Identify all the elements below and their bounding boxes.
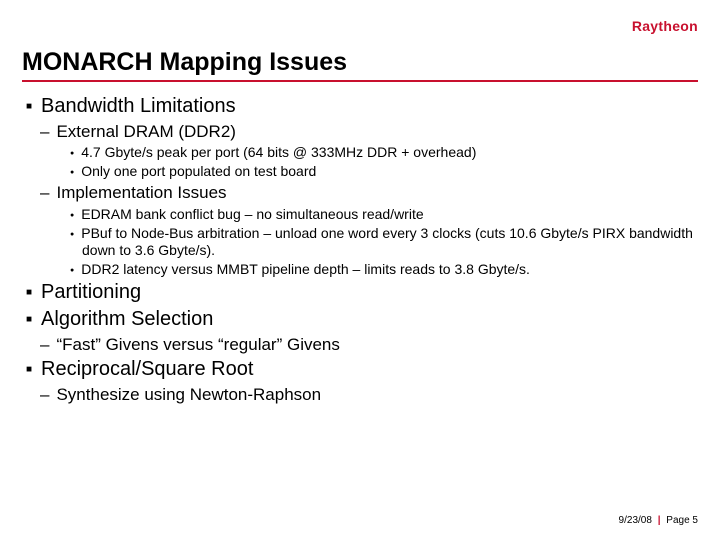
detail-item: EDRAM bank conflict bug – no simultaneou… <box>70 206 698 223</box>
footer-page: Page 5 <box>666 515 698 526</box>
subbullet-implementation: Implementation Issues <box>40 182 698 203</box>
slide-title: MONARCH Mapping Issues <box>22 48 347 77</box>
subbullet-external-dram: External DRAM (DDR2) <box>40 121 698 142</box>
bullet-partitioning: Partitioning <box>26 280 698 305</box>
detail-item: 4.7 Gbyte/s peak per port (64 bits @ 333… <box>70 144 698 161</box>
footer-date: 9/23/08 <box>619 515 652 526</box>
brand-logo: Raytheon <box>632 18 698 34</box>
bullet-reciprocal: Reciprocal/Square Root <box>26 357 698 382</box>
bullet-bandwidth: Bandwidth Limitations <box>26 94 698 119</box>
detail-item: PBuf to Node-Bus arbitration – unload on… <box>70 225 698 259</box>
slide-footer: 9/23/08 | Page 5 <box>619 515 698 526</box>
bullet-algorithm-selection: Algorithm Selection <box>26 307 698 332</box>
subbullet-givens: “Fast” Givens versus “regular” Givens <box>40 334 698 355</box>
subbullet-newton-raphson: Synthesize using Newton-Raphson <box>40 384 698 405</box>
detail-item: DDR2 latency versus MMBT pipeline depth … <box>70 261 698 278</box>
detail-item: Only one port populated on test board <box>70 163 698 180</box>
title-underline <box>22 80 698 82</box>
slide-content: Bandwidth Limitations External DRAM (DDR… <box>22 92 698 405</box>
footer-separator: | <box>658 515 661 526</box>
